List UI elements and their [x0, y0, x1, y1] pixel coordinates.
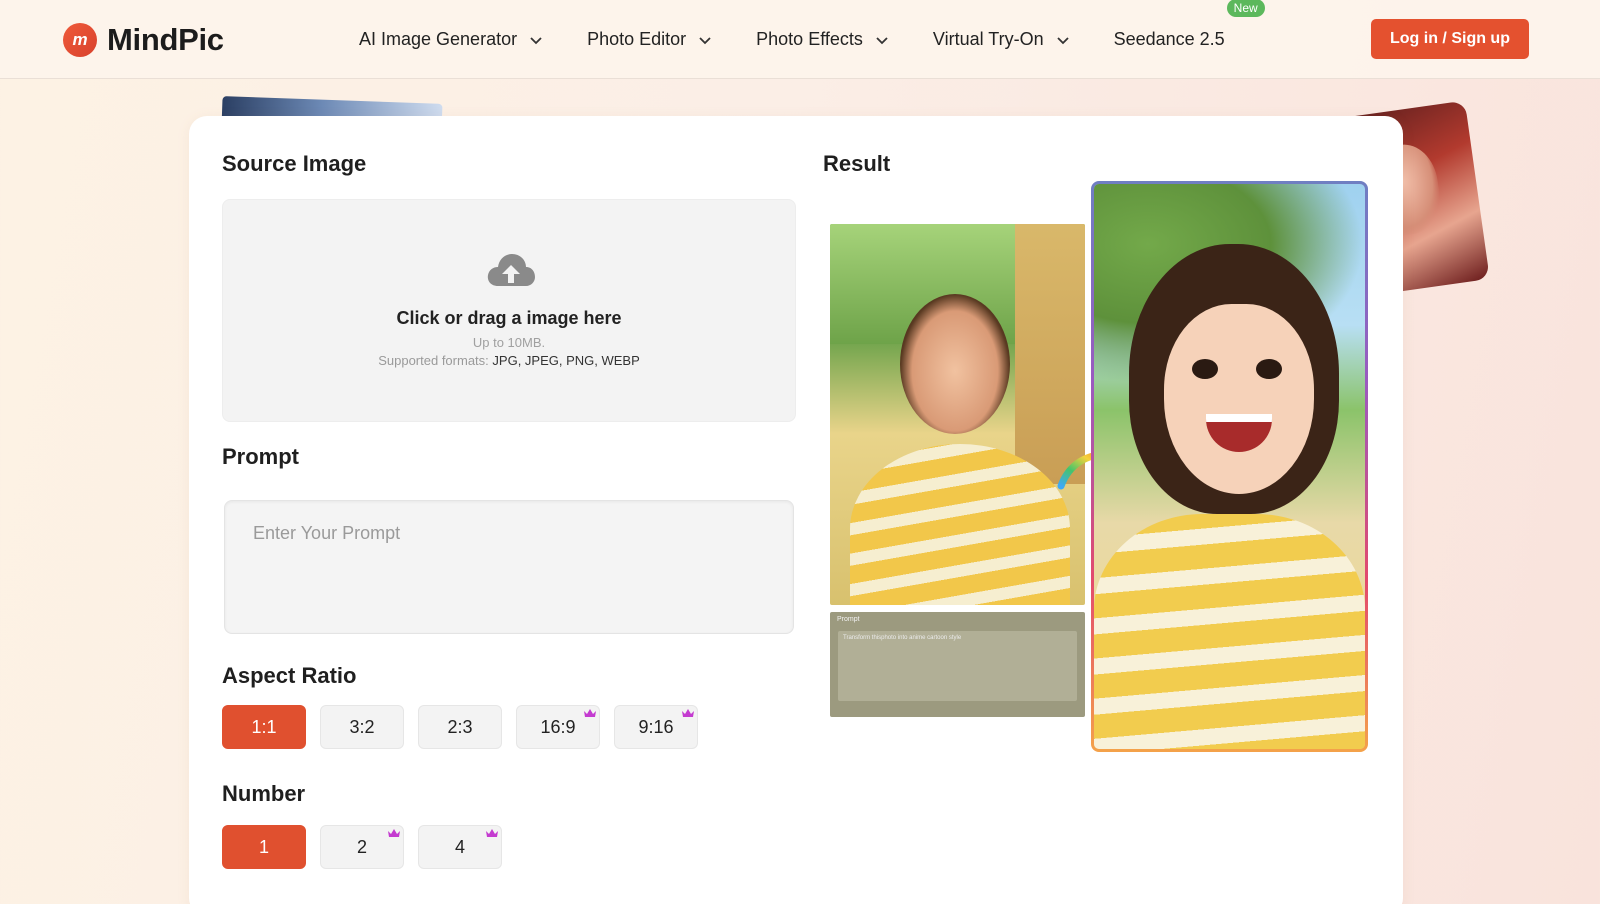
number-options: 1 2 4: [222, 825, 516, 869]
aspect-ratio-9-16[interactable]: 9:16: [614, 705, 698, 749]
nav-photo-effects[interactable]: Photo Effects: [756, 29, 889, 50]
nav-label: Photo Editor: [587, 29, 687, 49]
nav-label: Seedance 2.5: [1113, 29, 1225, 49]
prompt-input[interactable]: [224, 500, 794, 634]
aspect-ratio-options: 1:1 3:2 2:3 16:9 9:16: [222, 705, 712, 749]
formats-list: JPG, JPEG, PNG, WEBP: [492, 353, 640, 368]
example-source-photo: [830, 224, 1085, 605]
aspect-ratio-16-9[interactable]: 16:9: [516, 705, 600, 749]
example-prompt-card: Prompt Transform thisphoto into anime ca…: [830, 612, 1085, 717]
new-badge: New: [1226, 0, 1265, 17]
upload-instruction: Click or drag a image here: [396, 308, 622, 328]
nav-label: Photo Effects: [756, 29, 863, 49]
chevron-down-icon: [698, 33, 712, 47]
nav-seedance[interactable]: Seedance 2.5 New: [1113, 0, 1265, 50]
upload-formats: Supported formats: JPG, JPEG, PNG, WEBP: [223, 353, 795, 368]
editor-card: Source Image Click or drag a image here …: [189, 116, 1403, 904]
nav-virtual-try-on[interactable]: Virtual Try-On: [933, 29, 1070, 50]
option-label: 1: [258, 836, 269, 857]
cloud-upload-icon: [487, 254, 535, 286]
brand-name: MindPic: [107, 22, 224, 57]
option-label: 16:9: [540, 716, 576, 737]
logo[interactable]: m MindPic: [63, 22, 224, 58]
result-title: Result: [823, 151, 891, 176]
formats-label: Supported formats:: [378, 353, 489, 368]
number-option-1[interactable]: 1: [222, 825, 306, 869]
option-label: 1:1: [251, 716, 277, 737]
aspect-ratio-title: Aspect Ratio: [222, 663, 357, 688]
premium-crown-icon: [388, 829, 400, 837]
top-navbar: m MindPic AI Image Generator Photo Edito…: [0, 0, 1600, 79]
premium-crown-icon: [486, 829, 498, 837]
example-prompt-text: Transform thisphoto into anime cartoon s…: [838, 631, 1077, 701]
nav-label: AI Image Generator: [359, 29, 518, 49]
number-option-2[interactable]: 2: [320, 825, 404, 869]
mindpic-logo-icon: m: [63, 23, 97, 57]
option-label: 3:2: [349, 716, 375, 737]
aspect-ratio-2-3[interactable]: 2:3: [418, 705, 502, 749]
example-prompt-label: Prompt: [837, 616, 860, 623]
chevron-down-icon: [1056, 33, 1070, 47]
prompt-title: Prompt: [222, 444, 299, 469]
upload-size-limit: Up to 10MB.: [472, 335, 546, 350]
nav-photo-editor[interactable]: Photo Editor: [587, 29, 712, 50]
number-title: Number: [222, 781, 306, 806]
main-nav: AI Image Generator Photo Editor Photo Ef…: [359, 0, 1269, 79]
premium-crown-icon: [682, 709, 694, 717]
chevron-down-icon: [529, 33, 543, 47]
option-label: 9:16: [638, 716, 674, 737]
image-upload-dropzone[interactable]: Click or drag a image here Up to 10MB. S…: [222, 199, 796, 422]
nav-ai-image-generator[interactable]: AI Image Generator: [359, 29, 543, 50]
login-signup-button[interactable]: Log in / Sign up: [1371, 19, 1529, 59]
number-option-4[interactable]: 4: [418, 825, 502, 869]
example-result-image: [1091, 181, 1368, 752]
aspect-ratio-1-1[interactable]: 1:1: [222, 705, 306, 749]
option-label: 2:3: [447, 716, 473, 737]
chevron-down-icon: [875, 33, 889, 47]
source-image-title: Source Image: [222, 151, 367, 176]
aspect-ratio-3-2[interactable]: 3:2: [320, 705, 404, 749]
premium-crown-icon: [584, 709, 596, 717]
nav-label: Virtual Try-On: [932, 29, 1044, 49]
option-label: 2: [356, 836, 367, 857]
option-label: 4: [454, 836, 465, 857]
